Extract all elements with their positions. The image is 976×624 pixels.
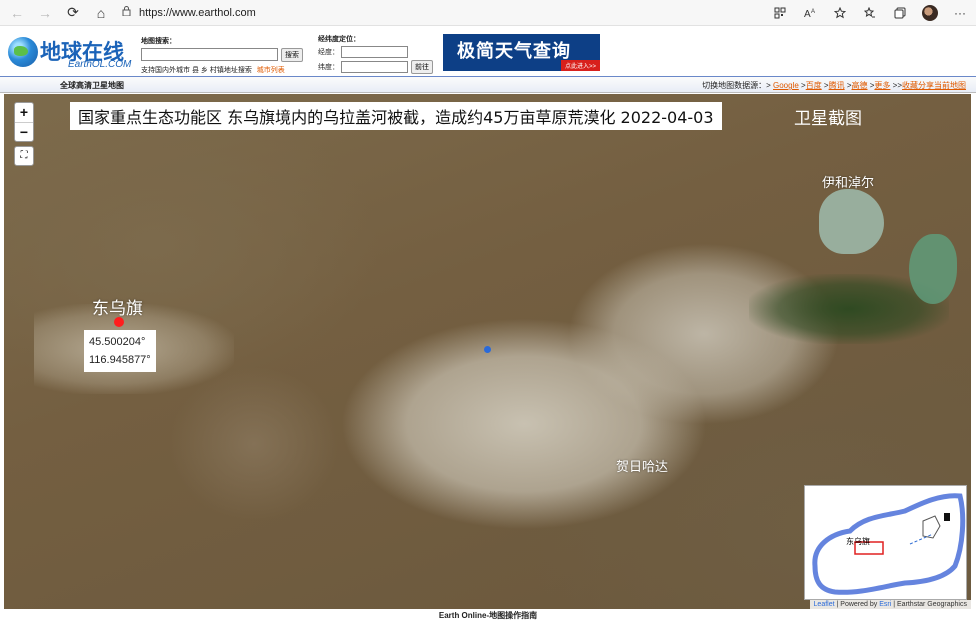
qr-icon[interactable] [770,3,790,23]
source-prefix: 切换地图数据源：> [702,81,771,90]
attribution-rest: | Earthstar Geographics [891,601,967,608]
fullscreen-button[interactable]: ⛶ [14,146,34,166]
collections-icon[interactable] [890,3,910,23]
map-title-suffix: 卫星截图 [794,109,862,129]
source-switcher: 切换地图数据源：> Google >百度 >腾讯 >高德 >更多 >>收藏分享当… [702,81,966,90]
lake-east [909,234,957,304]
zoom-control: + − [14,102,34,142]
blue-point-marker[interactable] [484,346,491,353]
favorite-add-icon[interactable] [830,3,850,23]
site-header: 地球在线 EarthOL.COM 地图搜索： 搜索 支持国内外城市 县 乡 村镇… [0,27,976,75]
place-label-dongwuqi: 东乌旗 [92,299,143,319]
map-title: 国家重点生态功能区 东乌旗境内的乌拉盖河被截，造成约45万亩草原荒漠化 2022… [70,102,722,130]
longitude-value: 116.945877° [89,354,151,366]
coord-label: 经纬度定位： [318,36,360,43]
source-tencent[interactable]: 腾讯 [829,81,845,90]
browser-toolbar: ← → ⟳ ⌂ https://www.earthol.com AA ··· [0,0,976,26]
url-text: https://www.earthol.com [139,6,256,19]
read-aloud-icon[interactable]: AA [800,3,820,23]
attribution-powered: | Powered by [834,601,880,608]
city-list-link[interactable]: 城市列表 [257,67,285,74]
search-input[interactable] [141,48,278,61]
go-button[interactable]: 前往 [411,60,433,74]
lat-label: 纬度： [318,64,339,71]
search-button[interactable]: 搜索 [281,48,303,62]
profile-avatar[interactable] [920,3,940,23]
weather-banner[interactable]: 极简天气查询 点此进入>> [443,34,600,71]
favorites-icon[interactable] [860,3,880,23]
esri-link[interactable]: Esri [879,601,891,608]
back-button[interactable]: ← [6,2,28,24]
coordinate-locator: 经纬度定位： 经度： 纬度： 前往 [318,34,438,74]
search-hint: 支持国内外城市 县 乡 村镇地址搜索 城市列表 [141,65,311,75]
search-label: 地图搜索： [141,38,176,45]
longitude-input[interactable] [341,46,408,58]
more-icon[interactable]: ··· [950,3,970,23]
svg-text:A: A [811,9,815,15]
lake-yihe [819,189,884,254]
global-satellite-label: 全球高清卫星地图 [60,81,124,90]
zoom-out-button[interactable]: − [15,122,33,141]
leaflet-link[interactable]: Leaflet [814,601,835,608]
banner-title: 极简天气查询 [457,41,571,62]
site-logo[interactable]: 地球在线 EarthOL.COM [8,35,136,71]
coordinate-popup: 45.500204° 116.945877° [84,330,156,372]
logo-text-en: EarthOL.COM [68,59,132,70]
reload-button[interactable]: ⟳ [62,2,84,24]
globe-icon [8,37,38,67]
inset-place-label: 东乌旗 [846,537,870,546]
zoom-in-button[interactable]: + [15,103,33,122]
location-marker[interactable] [114,317,124,327]
overview-inset-map [804,485,967,600]
source-more[interactable]: 更多 [874,81,890,90]
search-hint-text: 支持国内外城市 县 乡 村镇地址搜索 [141,67,252,74]
lock-icon [122,6,131,19]
footer-guide-link[interactable]: Earth Online-地图操作指南 [0,609,976,624]
forward-button[interactable]: → [34,2,56,24]
satellite-map[interactable]: + − ⛶ 国家重点生态功能区 东乌旗境内的乌拉盖河被截，造成约45万亩草原荒漠… [4,94,971,609]
svg-text:A: A [804,9,811,19]
source-google[interactable]: Google [773,81,799,90]
latitude-input[interactable] [341,61,408,73]
lng-label: 经度： [318,49,339,56]
source-baidu[interactable]: 百度 [806,81,822,90]
map-attribution: Leaflet | Powered by Esri | Earthstar Ge… [809,600,971,609]
address-bar[interactable]: https://www.earthol.com [122,3,802,23]
share-map-link[interactable]: 收藏分享当前地图 [902,81,966,90]
inset-outline [812,493,966,595]
map-source-bar: 全球高清卫星地图 切换地图数据源：> Google >百度 >腾讯 >高德 >更… [0,76,976,93]
source-amap[interactable]: 高德 [852,81,868,90]
home-button[interactable]: ⌂ [90,2,112,24]
map-search: 地图搜索： 搜索 支持国内外城市 县 乡 村镇地址搜索 城市列表 [141,36,311,75]
latitude-value: 45.500204° [89,336,146,348]
place-label-heri: 贺日哈达 [616,460,669,475]
place-label-yihe: 伊和淖尔 [822,176,875,191]
banner-enter-button[interactable]: 点此进入>> [560,60,600,71]
